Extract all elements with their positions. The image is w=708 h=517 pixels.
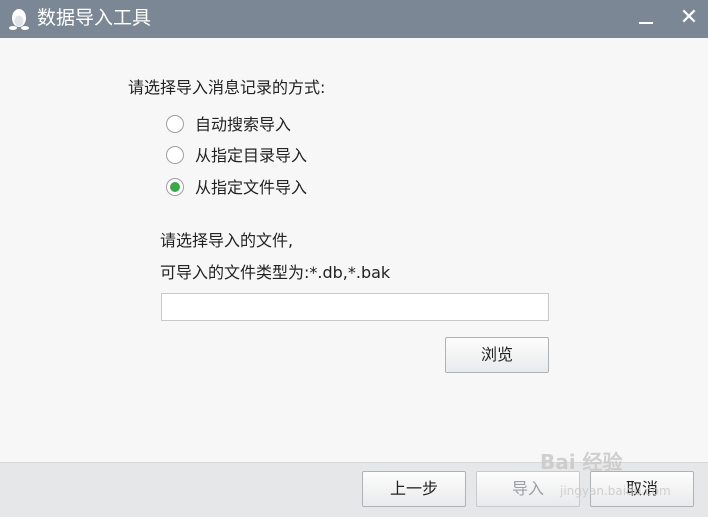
radio-label: 从指定文件导入 <box>195 178 308 197</box>
file-path-input[interactable] <box>161 293 549 321</box>
dialog-body <box>0 38 708 462</box>
radio-button[interactable] <box>166 146 184 164</box>
close-icon: ✕ <box>679 5 699 30</box>
import-button[interactable]: 导入 <box>476 471 580 507</box>
file-type-hint: 可导入的文件类型为:*.db,*.bak <box>160 263 391 282</box>
minimize-icon <box>639 22 653 24</box>
cancel-button[interactable]: 取消 <box>590 471 694 507</box>
qq-penguin-icon <box>9 9 29 30</box>
radio-label: 从指定目录导入 <box>195 146 308 165</box>
file-select-label: 请选择导入的文件, <box>160 231 294 250</box>
radio-button-checked[interactable] <box>166 178 184 196</box>
title-bar: 数据导入工具 ✕ <box>0 0 708 38</box>
minimize-button[interactable] <box>631 4 661 34</box>
import-method-prompt: 请选择导入消息记录的方式: <box>128 78 326 97</box>
radio-label: 自动搜索导入 <box>195 115 292 134</box>
radio-button[interactable] <box>166 115 184 133</box>
window-title: 数据导入工具 <box>37 7 152 29</box>
browse-button[interactable]: 浏览 <box>445 337 549 373</box>
close-button[interactable]: ✕ <box>674 4 704 34</box>
previous-step-button[interactable]: 上一步 <box>362 471 466 507</box>
